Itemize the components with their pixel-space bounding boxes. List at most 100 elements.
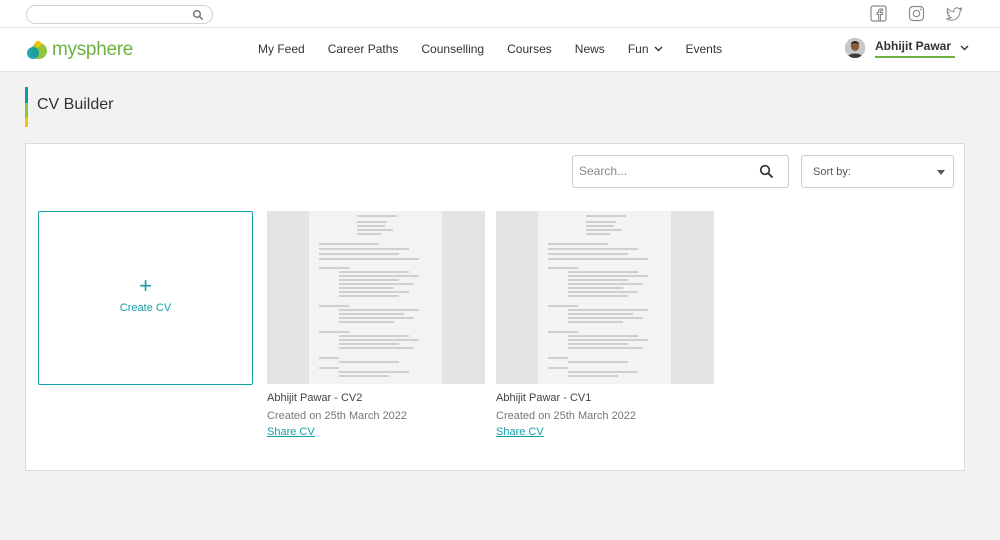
- nav-career-paths[interactable]: Career Paths: [328, 42, 399, 56]
- cv-preview-line: [339, 287, 394, 289]
- cv-preview-line: [586, 233, 610, 235]
- cv-preview-line: [319, 248, 409, 250]
- cv-title: Abhijit Pawar - CV1: [496, 392, 592, 404]
- page-title: CV Builder: [37, 96, 114, 113]
- chevron-down-icon: [960, 45, 969, 51]
- cv-created-date: Created on 25th March 2022: [496, 410, 637, 422]
- cv-preview-line: [319, 267, 349, 269]
- cv-search-input[interactable]: [579, 164, 749, 178]
- cv-preview-line: [339, 339, 419, 341]
- cv-card: Abhijit Pawar - CV2 Created on 25th Marc…: [267, 211, 485, 440]
- cv-card: Abhijit Pawar - CV1 Created on 25th Marc…: [496, 211, 714, 440]
- cv-preview-line: [548, 258, 648, 260]
- cv-preview-line: [339, 371, 409, 373]
- cv-preview-line: [568, 291, 638, 293]
- cv-preview-line: [357, 215, 397, 217]
- cv-preview-line: [568, 321, 623, 323]
- cv-preview-line: [339, 309, 419, 311]
- cv-preview-line: [568, 347, 643, 349]
- top-utility-bar: [0, 0, 1000, 28]
- cv-preview-line: [548, 267, 578, 269]
- logo-mark-icon: [26, 39, 48, 61]
- cv-panel: Sort by: + Create CV Abhijit Pawar - CV2…: [25, 143, 965, 471]
- cv-preview-line: [339, 343, 399, 345]
- instagram-icon[interactable]: [908, 5, 925, 22]
- cv-preview-line: [568, 335, 638, 337]
- cv-preview-line: [586, 215, 626, 217]
- cv-preview-line: [339, 361, 399, 363]
- cv-preview-line: [568, 371, 638, 373]
- nav-fun-label: Fun: [627, 42, 649, 56]
- search-icon[interactable]: [192, 8, 204, 20]
- cv-preview-line: [586, 229, 622, 231]
- nav-fun-dropdown[interactable]: Fun: [628, 42, 663, 56]
- nav-news[interactable]: News: [575, 42, 605, 56]
- cv-preview-line: [339, 295, 399, 297]
- nav-courses[interactable]: Courses: [507, 42, 552, 56]
- cv-preview-line: [357, 233, 381, 235]
- cv-preview-page: [309, 211, 442, 384]
- cv-preview-line: [339, 313, 404, 315]
- cv-preview-line: [568, 283, 643, 285]
- create-cv-label: Create CV: [119, 302, 172, 314]
- share-cv-link[interactable]: Share CV: [496, 426, 544, 438]
- avatar: [845, 38, 865, 58]
- share-cv-link[interactable]: Share CV: [267, 426, 315, 438]
- user-menu[interactable]: Abhijit Pawar: [845, 38, 969, 58]
- nav-events[interactable]: Events: [686, 42, 723, 56]
- cv-preview-line: [568, 317, 643, 319]
- cv-preview-line: [548, 331, 578, 333]
- cv-preview-line: [568, 275, 648, 277]
- main-navbar: mysphere My Feed Career Paths Counsellin…: [0, 28, 1000, 72]
- cv-preview-line: [586, 221, 616, 223]
- cv-preview-line: [339, 283, 414, 285]
- title-accent-bar: [25, 87, 28, 127]
- cv-thumbnail[interactable]: [267, 211, 485, 384]
- cv-preview-line: [568, 375, 618, 377]
- cv-preview-line: [568, 339, 648, 341]
- cv-preview-line: [339, 291, 409, 293]
- sort-label: Sort by:: [813, 166, 851, 178]
- cv-preview-line: [319, 357, 339, 359]
- cv-preview-line: [548, 253, 628, 255]
- brand-name: mysphere: [52, 39, 134, 60]
- cv-preview-line: [568, 295, 628, 297]
- twitter-icon[interactable]: [946, 5, 963, 22]
- cv-preview-line: [319, 253, 399, 255]
- cv-preview-line: [319, 305, 349, 307]
- nav-counselling[interactable]: Counselling: [421, 42, 484, 56]
- cv-preview-line: [568, 271, 638, 273]
- search-icon[interactable]: [759, 164, 774, 179]
- cv-preview-line: [339, 271, 409, 273]
- cv-preview-line: [568, 309, 648, 311]
- cv-preview-line: [339, 375, 389, 377]
- nav-my-feed[interactable]: My Feed: [258, 42, 305, 56]
- sort-select[interactable]: Sort by:: [801, 155, 954, 188]
- create-cv-button[interactable]: + Create CV: [38, 211, 253, 385]
- cv-preview-line: [339, 347, 414, 349]
- cv-preview-line: [568, 361, 628, 363]
- brand-logo[interactable]: mysphere: [26, 36, 133, 64]
- top-search-input[interactable]: [26, 5, 213, 24]
- plus-icon: +: [139, 273, 152, 298]
- cv-preview-line: [339, 279, 399, 281]
- cv-preview-line: [319, 243, 379, 245]
- cv-preview-line: [548, 367, 568, 369]
- cv-preview-line: [357, 221, 387, 223]
- cv-preview-line: [568, 313, 633, 315]
- facebook-icon[interactable]: [870, 5, 887, 22]
- cv-preview-line: [339, 275, 419, 277]
- cv-search-box[interactable]: [572, 155, 789, 188]
- page-header: CV Builder: [25, 87, 113, 127]
- cv-preview-line: [339, 317, 414, 319]
- cv-preview-page: [538, 211, 671, 384]
- cv-thumbnail[interactable]: [496, 211, 714, 384]
- cv-preview-line: [586, 225, 614, 227]
- chevron-down-icon: [654, 46, 662, 52]
- cv-preview-line: [548, 248, 638, 250]
- user-name: Abhijit Pawar: [875, 39, 955, 58]
- cv-preview-line: [339, 335, 409, 337]
- cv-preview-line: [319, 331, 349, 333]
- nav-links: My Feed Career Paths Counselling Courses…: [258, 42, 745, 56]
- cv-preview-line: [319, 258, 419, 260]
